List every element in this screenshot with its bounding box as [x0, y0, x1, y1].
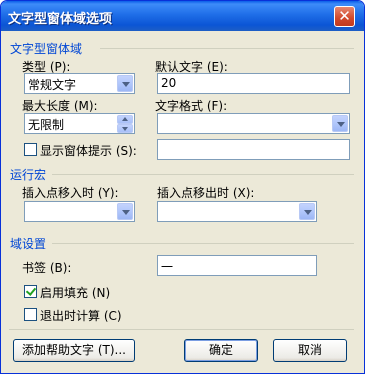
chevron-down-icon[interactable] — [117, 75, 133, 92]
max-length-label: 最大长度 (M): — [22, 99, 98, 113]
section-divider — [52, 243, 354, 244]
text-format-select[interactable] — [157, 113, 350, 134]
bookmark-value: 一 — [161, 260, 174, 274]
spin-down-icon[interactable] — [117, 124, 133, 133]
footer-divider — [9, 329, 354, 330]
chevron-down-icon[interactable] — [299, 203, 315, 220]
bookmark-input[interactable]: 一 — [157, 255, 317, 276]
exit-macro-select[interactable] — [157, 201, 317, 222]
chevron-down-icon[interactable] — [117, 203, 133, 220]
default-text-input[interactable]: 20 — [157, 73, 350, 94]
chevron-down-icon[interactable] — [332, 115, 348, 132]
calc-on-exit-label[interactable]: 退出时计算 (C) — [40, 307, 122, 324]
section-divider — [100, 48, 354, 49]
section-heading-macro: 运行宏 — [10, 168, 47, 182]
show-hint-label[interactable]: 显示窗体提示 (S): — [40, 142, 137, 159]
calc-on-exit-checkbox[interactable] — [24, 308, 37, 321]
dialog-window: 文字型窗体域选项 ✕ 文字型窗体域 类型 (P): 常规文字 默认文字 (E):… — [0, 0, 365, 374]
ok-button[interactable]: 确定 — [184, 339, 258, 362]
section-divider — [52, 174, 354, 175]
default-text-value: 20 — [161, 76, 177, 90]
dialog-title: 文字型窗体域选项 — [8, 12, 113, 27]
entry-macro-label: 插入点移入时 (Y): — [22, 186, 119, 200]
add-help-text-button[interactable]: 添加帮助文字 (T)... — [13, 339, 135, 362]
section-heading-text-field: 文字型窗体域 — [10, 42, 83, 56]
show-hint-checkbox[interactable] — [24, 143, 37, 156]
text-format-label: 文字格式 (F): — [155, 99, 228, 113]
type-select-value: 常规文字 — [28, 78, 77, 92]
spin-up-icon[interactable] — [117, 115, 133, 124]
cancel-button[interactable]: 取消 — [273, 339, 347, 362]
entry-macro-select[interactable] — [24, 201, 135, 222]
close-icon[interactable]: ✕ — [334, 6, 355, 27]
dialog-body: 文字型窗体域 类型 (P): 常规文字 默认文字 (E): 20 最大长度 (M… — [4, 31, 361, 370]
max-length-value: 无限制 — [28, 118, 65, 132]
bookmark-label: 书签 (B): — [22, 261, 72, 275]
enable-fill-checkbox[interactable] — [24, 285, 37, 298]
enable-fill-label[interactable]: 启用填充 (N) — [40, 284, 110, 301]
title-bar[interactable]: 文字型窗体域选项 ✕ — [1, 1, 364, 31]
type-select[interactable]: 常规文字 — [24, 73, 135, 94]
max-length-spinner[interactable]: 无限制 — [24, 113, 135, 134]
show-hint-input[interactable] — [157, 139, 350, 160]
exit-macro-label: 插入点移出时 (X): — [157, 186, 255, 200]
section-heading-field-settings: 域设置 — [10, 237, 47, 251]
